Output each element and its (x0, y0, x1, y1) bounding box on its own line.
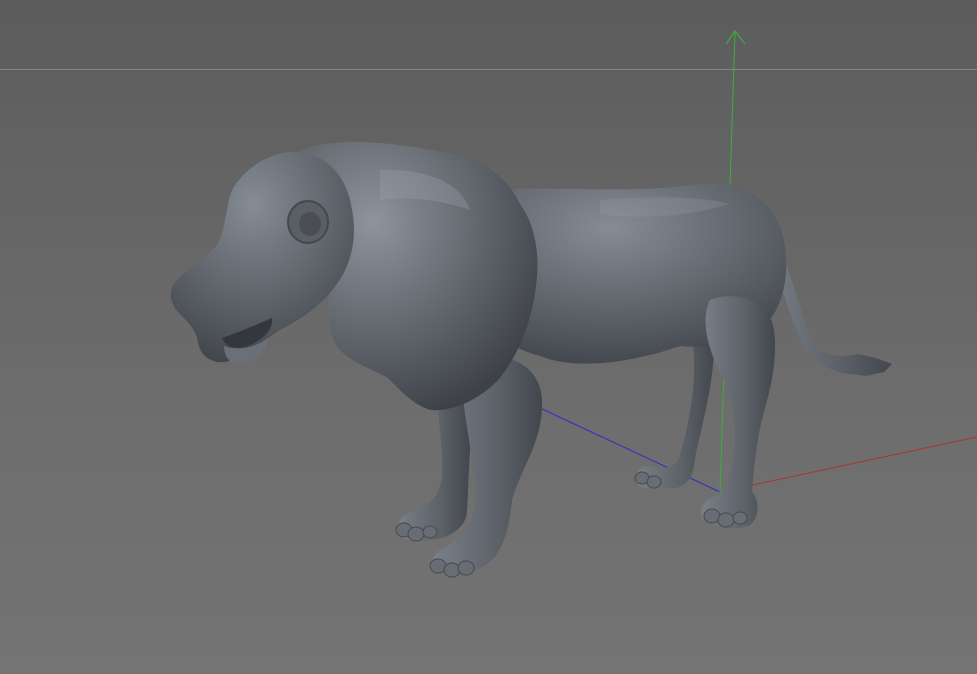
scene-canvas[interactable] (0, 0, 977, 674)
lion-ear-inner (299, 212, 321, 236)
lion-model[interactable] (170, 142, 892, 578)
x-axis-line (719, 436, 977, 493)
3d-viewport[interactable] (0, 0, 977, 674)
lion-near-hind-leg (701, 296, 776, 529)
y-axis-arrow-icon (725, 29, 746, 45)
